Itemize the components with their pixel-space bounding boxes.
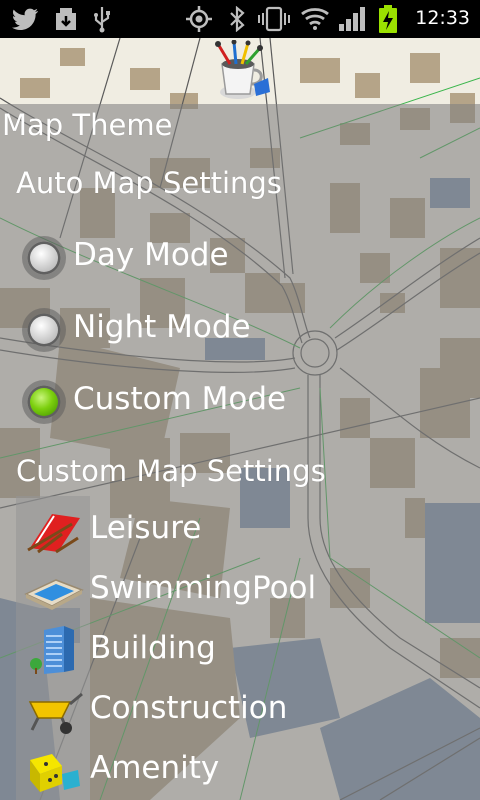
radio-label: Night Mode (73, 309, 251, 345)
radio-label: Day Mode (73, 237, 229, 273)
twitter-icon (12, 8, 38, 30)
beach-chair-icon (27, 514, 80, 554)
category-leisure[interactable]: Leisure (16, 500, 436, 560)
category-label: SwimmingPool (90, 570, 317, 606)
dice-icon (30, 754, 80, 792)
bluetooth-icon (230, 6, 245, 32)
auto-settings-title: Auto Map Settings (16, 166, 282, 200)
custom-settings-title: Custom Map Settings (16, 454, 326, 488)
radio-button[interactable] (22, 236, 66, 280)
category-swimming-pool[interactable]: SwimmingPool (16, 560, 436, 620)
radio-custom-mode[interactable]: Custom Mode (22, 376, 462, 428)
clock: 12:33 (415, 7, 470, 29)
paint-brushes-cup-icon (215, 40, 270, 99)
download-icon (56, 8, 76, 30)
wifi-icon (301, 8, 329, 30)
building-icon (30, 626, 74, 674)
usb-icon (94, 7, 110, 33)
radio-night-mode[interactable]: Night Mode (22, 304, 462, 356)
category-label: Construction (90, 690, 288, 726)
radio-button[interactable] (22, 380, 66, 424)
radio-label: Custom Mode (73, 381, 287, 417)
wheelbarrow-icon (28, 692, 83, 734)
category-construction[interactable]: Construction (16, 680, 436, 740)
status-bar: 12:33 (0, 0, 480, 38)
radio-button[interactable] (22, 308, 66, 352)
category-label: Amenity (90, 750, 220, 786)
signal-icon (339, 7, 365, 31)
vibrate-icon (258, 6, 290, 32)
category-building[interactable]: Building (16, 620, 436, 680)
gps-icon (186, 6, 212, 32)
page-title: Map Theme (2, 108, 173, 142)
category-label: Building (90, 630, 216, 666)
battery-charging-icon (379, 5, 397, 33)
swimming-pool-icon (24, 579, 84, 610)
category-label: Leisure (90, 510, 202, 546)
radio-day-mode[interactable]: Day Mode (22, 232, 462, 284)
category-amenity[interactable]: Amenity (16, 740, 436, 800)
